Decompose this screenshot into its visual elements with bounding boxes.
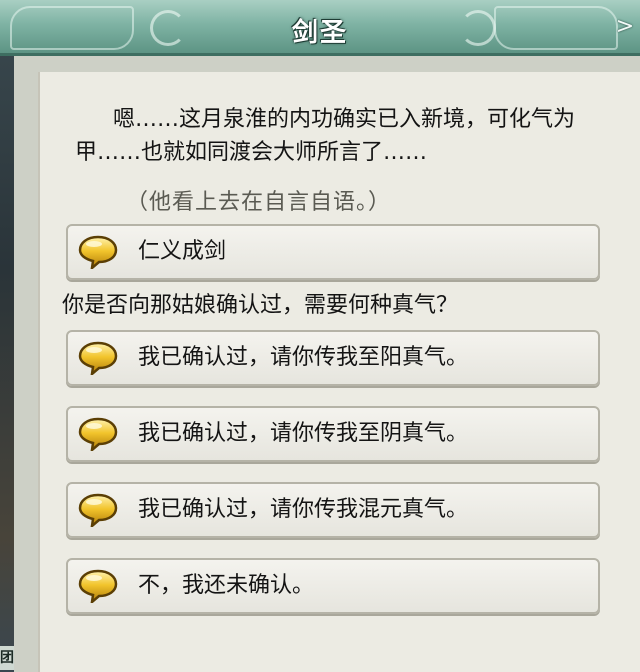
dialog-option[interactable]: 仁义成剑 <box>66 224 600 280</box>
npc-speech: 嗯……这月泉淮的内功确实已入新境，可化气为甲……也就如同渡会大师所言了…… <box>75 107 576 165</box>
option-label: 我已确认过，请你传我混元真气。 <box>138 497 469 522</box>
speech-bubble-icon <box>78 235 118 269</box>
npc-aside: （他看上去在自言自语。） <box>126 190 392 215</box>
option-label: 我已确认过，请你传我至阴真气。 <box>138 421 469 446</box>
speech-bubble-icon <box>78 569 118 603</box>
speech-bubble-icon <box>78 493 118 527</box>
title-bar: 剑圣 > <box>0 0 640 56</box>
dialog-option[interactable]: 我已确认过，请你传我混元真气。 <box>66 482 600 538</box>
dialog-option[interactable]: 我已确认过，请你传我至阳真气。 <box>66 330 600 386</box>
speech-bubble-icon <box>78 341 118 375</box>
dialog-option[interactable]: 不，我还未确认。 <box>66 558 600 614</box>
close-icon[interactable]: > <box>612 14 638 40</box>
option-label: 不，我还未确认。 <box>138 573 315 598</box>
npc-question: 你是否向那姑娘确认过，需要何种真气？ <box>62 293 459 318</box>
option-label: 仁义成剑 <box>138 239 227 264</box>
option-label: 我已确认过，请你传我至阳真气。 <box>138 345 469 370</box>
dialog-option[interactable]: 我已确认过，请你传我至阴真气。 <box>66 406 600 462</box>
speech-bubble-icon <box>78 417 118 451</box>
side-tag[interactable]: 团 <box>0 646 14 670</box>
dialog-title: 剑圣 <box>291 18 348 48</box>
left-edge: 团 <box>0 0 14 672</box>
